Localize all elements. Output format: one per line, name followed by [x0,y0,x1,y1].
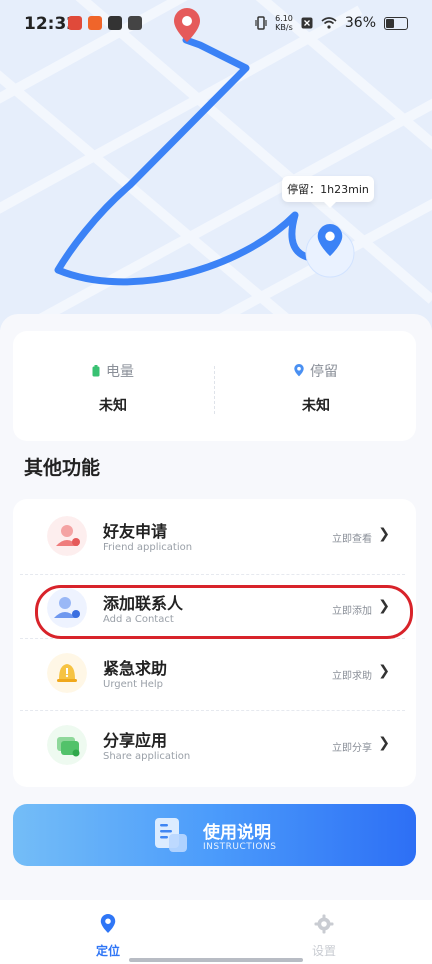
location-pin-icon [317,224,343,257]
app-notification-icon [68,16,82,30]
stay-stat-label: 停留 [310,364,338,380]
stay-duration-bubble: 停留：1h23min [282,176,374,208]
friend-request-row[interactable]: 好友申请 Friend application 立即查看 ❯ [13,500,416,572]
tab-settings-label: 设置 [311,944,336,958]
battery-stat-value: 未知 [99,398,127,414]
share-app-row[interactable]: 分享应用 Share application 立即分享 ❯ [13,709,416,781]
stay-stat-value: 未知 [302,398,330,414]
app-notification-icon [88,16,102,30]
urgent-help-row[interactable]: 紧急求助 Urgent Help 立即求助 ❯ [13,637,416,709]
document-icon [155,818,187,852]
stay-duration-text: 停留：1h23min [287,183,369,196]
location-pin-icon [100,914,116,933]
network-speed-value: 6.10 [275,14,293,23]
status-right: 6.10 KB/s 36% [255,14,408,32]
tab-settings[interactable]: 设置 [264,900,384,964]
app-notification-icon [108,16,122,30]
friend-request-icon [47,516,87,556]
notification-icons [68,16,142,30]
stat-divider [214,366,215,414]
instructions-button[interactable]: 使用说明 INSTRUCTIONS [13,804,416,866]
battery-icon [384,16,408,30]
status-bar: 12:32 6.10 KB/s 36% [0,0,432,52]
location-icon [294,364,304,377]
share-app-icon [47,725,87,765]
row-subtitle: Share application [103,751,191,762]
help-now-link[interactable]: 立即求助 [332,667,372,682]
network-speed-unit: KB/s [275,23,293,32]
battery-stat: 电量 未知 [13,331,213,441]
chevron-right-icon: ❯ [378,663,390,679]
view-now-link[interactable]: 立即查看 [332,530,372,545]
tab-locate[interactable]: 定位 [48,900,168,964]
network-speed: 6.10 KB/s [275,14,293,32]
highlight-annotation [35,585,413,639]
gear-icon [314,914,334,934]
battery-stat-header: 电量 [13,361,213,381]
stay-stat-header: 停留 [216,361,416,381]
row-title: 好友申请 [103,522,168,541]
stay-stat: 停留 未知 [216,331,416,441]
row-subtitle: Friend application [103,542,193,553]
no-sim-icon [301,17,313,29]
instructions-subtitle: INSTRUCTIONS [203,842,277,852]
home-indicator[interactable] [129,958,303,962]
section-title: 其他功能 [24,457,101,479]
row-title: 紧急求助 [103,659,168,678]
instructions-title: 使用说明 [203,823,271,843]
share-now-link[interactable]: 立即分享 [332,739,372,754]
tab-locate-label: 定位 [95,944,120,958]
bottom-tab-bar: 定位 设置 [0,900,432,964]
app-notification-icon [128,16,142,30]
battery-percent: 36% [344,15,376,31]
vibrate-icon [255,16,267,30]
battery-level-icon [92,365,100,377]
wifi-icon [321,17,337,29]
chevron-right-icon: ❯ [378,526,390,542]
row-title: 分享应用 [103,731,168,750]
alert-bell-icon [47,653,87,693]
battery-stat-label: 电量 [106,364,134,380]
row-subtitle: Urgent Help [103,679,163,690]
chevron-right-icon: ❯ [378,735,390,751]
